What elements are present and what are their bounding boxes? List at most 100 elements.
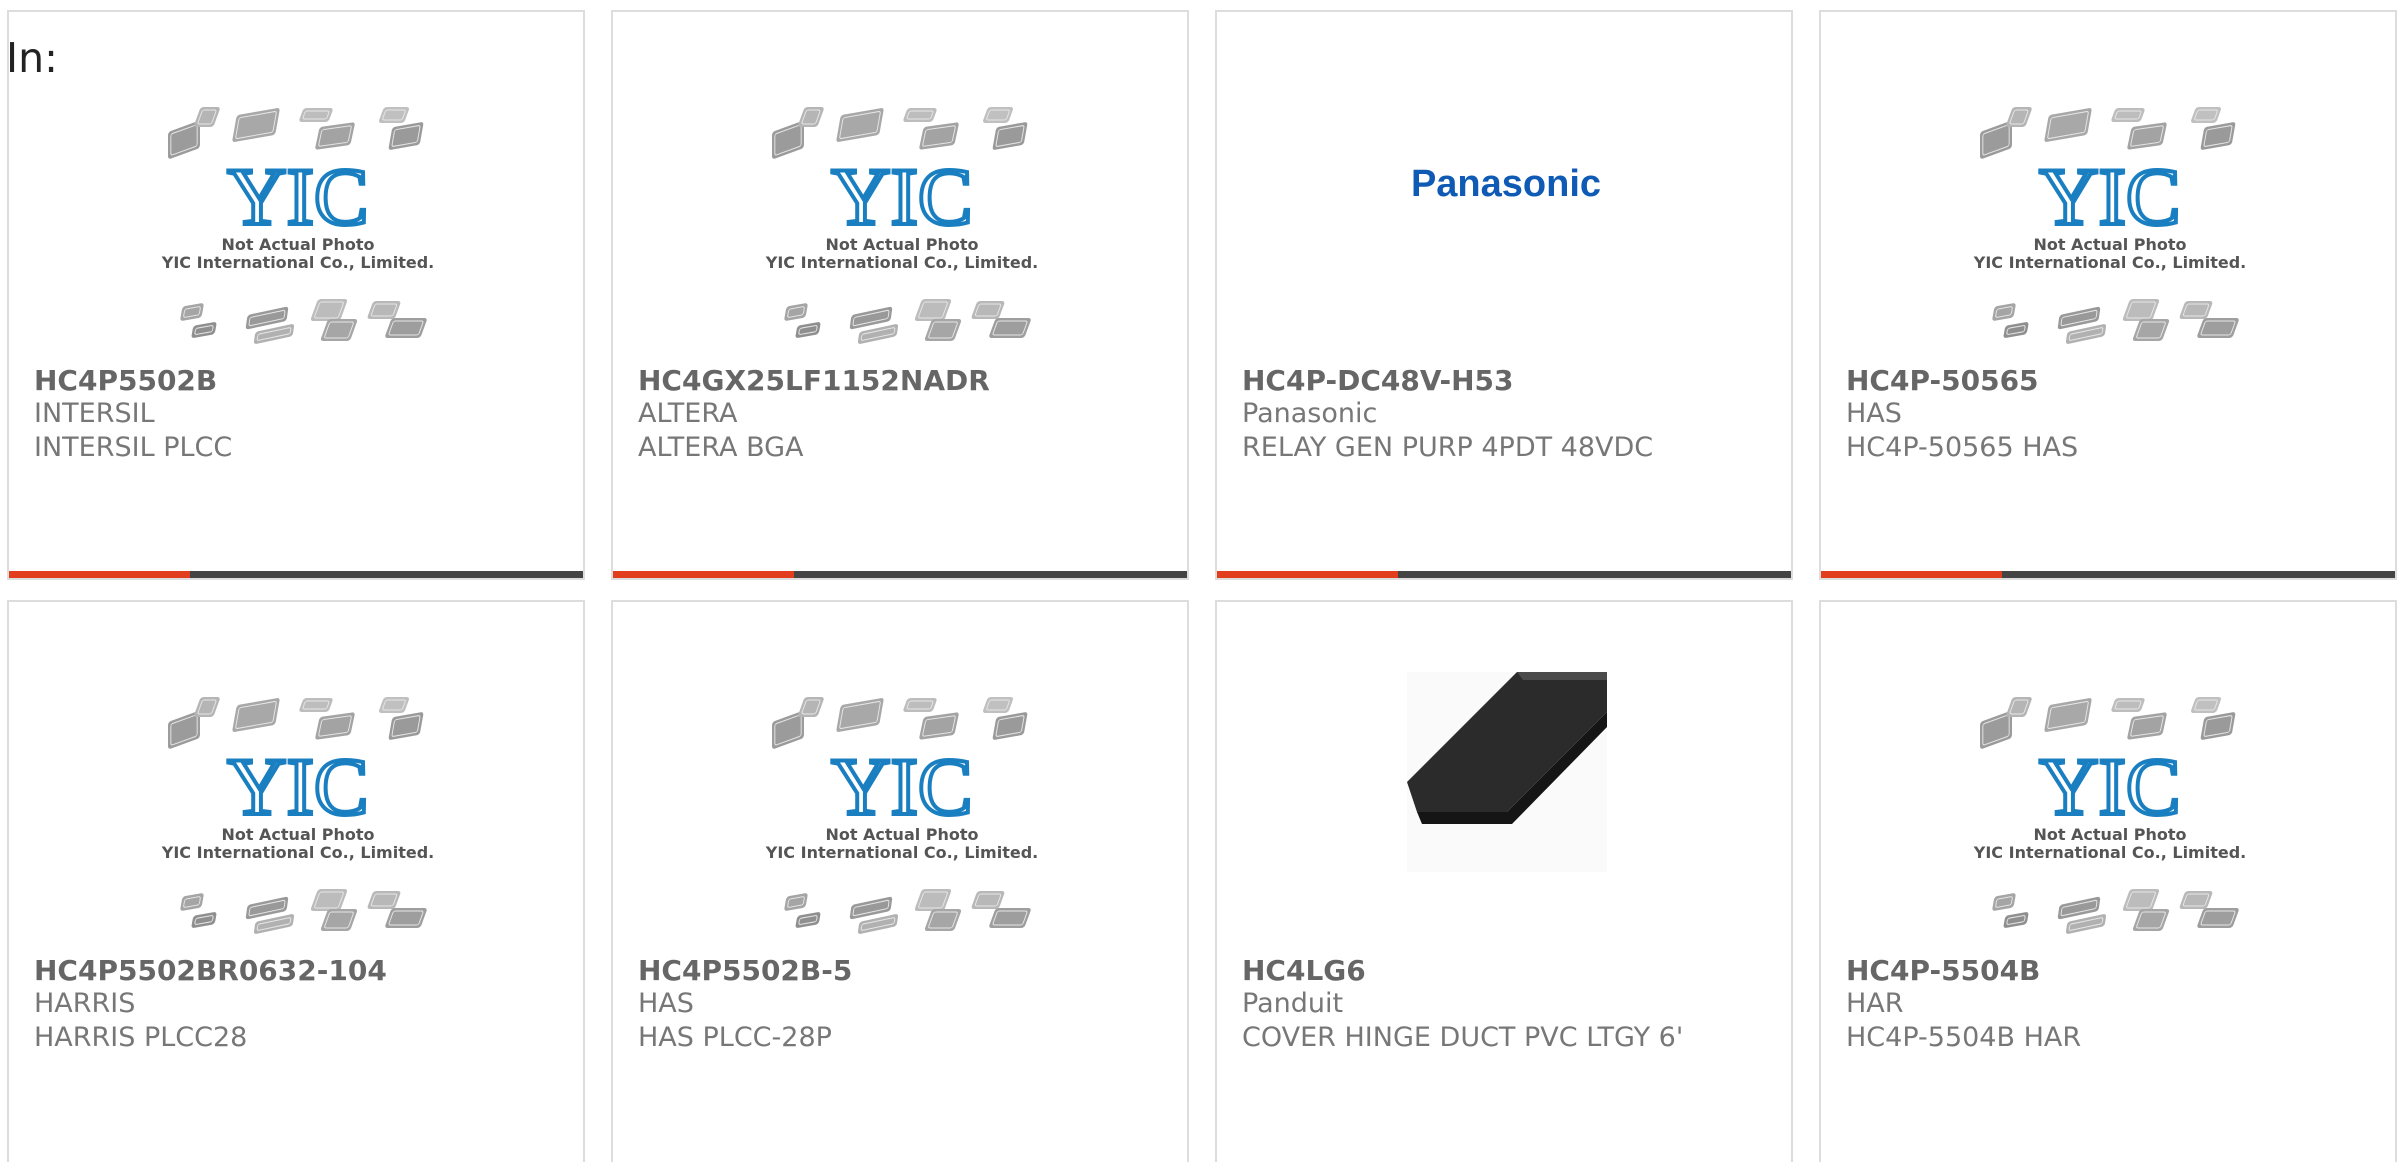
not-actual-photo-caption: Not Actual Photo	[825, 235, 978, 254]
chip-icon	[385, 318, 427, 338]
chip-icon	[2006, 697, 2032, 717]
chip-icon	[2111, 698, 2145, 712]
chip-icon	[367, 891, 401, 909]
chip-icon	[388, 712, 424, 740]
chip-icon	[914, 889, 952, 911]
chip-icon	[299, 698, 333, 712]
product-image[interactable]: YIC Not Actual Photo YIC International Co.…	[9, 12, 583, 352]
manufacturer: HAR	[1846, 988, 1904, 1019]
chip-icon	[2132, 909, 2170, 931]
part-number-link[interactable]: HC4GX25LF1152NADR	[638, 364, 990, 397]
part-number-link[interactable]: HC4P-50565	[1846, 364, 2039, 397]
yic-placeholder-image: YICNot Actual PhotoYIC International Co.…	[161, 107, 434, 344]
product-image[interactable]: YIC Not Actual Photo YIC International Co.…	[1821, 12, 2395, 352]
chip-icon	[919, 122, 959, 150]
part-number-link[interactable]: HC4LG6	[1242, 954, 1366, 987]
chip-icon	[971, 891, 1005, 909]
chip-icon	[378, 697, 410, 713]
yic-logo: YIC	[227, 741, 368, 832]
chip-icon	[992, 122, 1028, 150]
chip-icon	[180, 893, 204, 911]
yic-logo: YIC	[227, 151, 368, 242]
chip-icon	[310, 889, 348, 911]
chip-icon	[992, 712, 1028, 740]
yic-company-caption: YIC International Co., Limited.	[765, 843, 1038, 862]
chip-icon	[2200, 712, 2236, 740]
chip-icon	[1992, 893, 2016, 911]
chip-icon	[194, 107, 220, 127]
yic-logo: YIC	[2039, 151, 2180, 242]
chip-icon	[982, 107, 1014, 123]
chip-icon	[919, 712, 959, 740]
chip-icon	[2111, 108, 2145, 122]
manufacturer: Panduit	[1242, 988, 1344, 1019]
product-card[interactable]: YIC Not Actual Photo YIC International Co.…	[611, 10, 1189, 580]
chip-icon	[903, 108, 937, 122]
chip-icon	[385, 908, 427, 928]
product-card[interactable]: Panasonic HC4P-DC48V-H53 Panasonic RELAY…	[1215, 10, 1793, 580]
description: HARRIS PLCC28	[34, 1022, 248, 1053]
chip-icon	[914, 299, 952, 321]
yic-logo: YIC	[2039, 741, 2180, 832]
chip-icon	[2197, 908, 2239, 928]
chip-icon	[2190, 107, 2222, 123]
chip-icon	[2003, 912, 2029, 928]
description: ALTERA BGA	[638, 432, 804, 463]
product-image[interactable]: YIC Not Actual Photo YIC International Co.…	[613, 12, 1187, 352]
chip-icon	[2122, 889, 2160, 911]
chip-icon	[232, 108, 280, 142]
not-actual-photo-caption: Not Actual Photo	[2033, 825, 2186, 844]
chip-icon	[2122, 299, 2160, 321]
chip-icon	[2127, 122, 2167, 150]
chip-icon	[795, 912, 821, 928]
panasonic-logo-text: Panasonic	[1411, 163, 1601, 205]
chip-icon	[2190, 697, 2222, 713]
chip-icon	[191, 912, 217, 928]
card-bar	[9, 571, 583, 578]
card-bar	[1217, 571, 1791, 578]
description: HC4P-5504B HAR	[1846, 1022, 2082, 1053]
chip-icon	[2044, 698, 2092, 732]
product-card[interactable]: YIC Not Actual Photo YIC International Co.…	[7, 600, 585, 1162]
yic-company-caption: YIC International Co., Limited.	[161, 843, 434, 862]
part-number-link[interactable]: HC4P5502B-5	[638, 954, 852, 987]
product-image[interactable]: YIC Not Actual Photo YIC International Co.…	[9, 602, 583, 942]
product-card[interactable]: YIC Not Actual Photo YIC International Co.…	[1819, 10, 2397, 580]
product-card[interactable]: YIC Not Actual Photo YIC International Co.…	[611, 600, 1189, 1162]
card-bar-accent	[9, 571, 190, 578]
card-bar	[1821, 571, 2395, 578]
chip-icon	[191, 322, 217, 338]
yic-logo: YIC	[831, 741, 972, 832]
chip-icon	[299, 108, 333, 122]
chip-icon	[180, 303, 204, 321]
filter-label: In:	[6, 34, 58, 82]
product-image[interactable]	[1217, 602, 1791, 942]
description: INTERSIL PLCC	[34, 432, 233, 463]
manufacturer: HAS	[638, 988, 694, 1019]
product-card[interactable]: YIC Not Actual Photo YIC International Co.…	[7, 10, 585, 580]
chip-icon	[971, 301, 1005, 319]
duct-cover-photo	[1407, 672, 1607, 872]
chip-icon	[2127, 712, 2167, 740]
not-actual-photo-caption: Not Actual Photo	[825, 825, 978, 844]
product-image[interactable]: YIC Not Actual Photo YIC International Co.…	[1821, 602, 2395, 942]
part-number-link[interactable]: HC4P5502B	[34, 364, 217, 397]
yic-company-caption: YIC International Co., Limited.	[1973, 253, 2246, 272]
product-card[interactable]: HC4LG6 Panduit COVER HINGE DUCT PVC LTGY…	[1215, 600, 1793, 1162]
product-image[interactable]: YIC Not Actual Photo YIC International Co.…	[613, 602, 1187, 942]
yic-placeholder-image: YICNot Actual PhotoYIC International Co.…	[161, 697, 434, 934]
chip-icon	[2179, 891, 2213, 909]
description: HC4P-50565 HAS	[1846, 432, 2079, 463]
product-image[interactable]: Panasonic	[1217, 12, 1791, 352]
not-actual-photo-caption: Not Actual Photo	[2033, 235, 2186, 254]
not-actual-photo-caption: Not Actual Photo	[221, 235, 374, 254]
part-number-link[interactable]: HC4P5502BR0632-104	[34, 954, 387, 987]
part-number-link[interactable]: HC4P-DC48V-H53	[1242, 364, 1514, 397]
chip-icon	[378, 107, 410, 123]
chip-icon	[989, 908, 1031, 928]
part-number-link[interactable]: HC4P-5504B	[1846, 954, 2040, 987]
manufacturer: HARRIS	[34, 988, 136, 1019]
yic-company-caption: YIC International Co., Limited.	[1973, 843, 2246, 862]
chip-icon	[924, 909, 962, 931]
product-card[interactable]: YIC Not Actual Photo YIC International Co.…	[1819, 600, 2397, 1162]
